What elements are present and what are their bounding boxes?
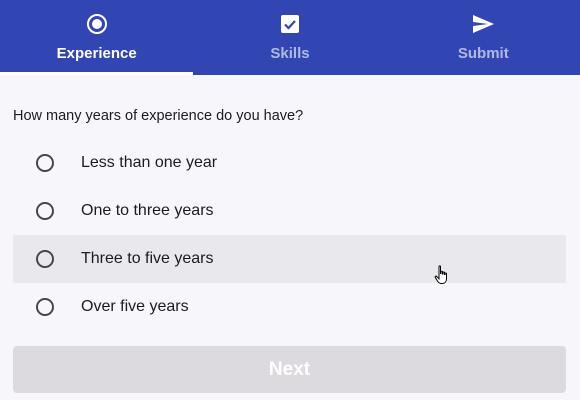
radio-unchecked-icon[interactable] <box>36 250 54 268</box>
option-less-than-one-year[interactable]: Less than one year <box>13 139 566 187</box>
option-one-to-three-years[interactable]: One to three years <box>13 187 566 235</box>
tab-experience[interactable]: Experience <box>0 0 194 75</box>
tab-skills[interactable]: Skills <box>193 0 386 75</box>
next-button[interactable]: Next <box>13 346 566 393</box>
step-tab-bar: Experience Skills Submit <box>0 0 580 75</box>
radio-unchecked-icon[interactable] <box>36 202 54 220</box>
active-tab-indicator <box>0 72 194 75</box>
checkbox-checked-icon <box>280 15 299 33</box>
option-label: One to three years <box>81 202 214 219</box>
tab-submit[interactable]: Submit <box>387 0 580 75</box>
hand-pointer-cursor-icon <box>434 265 447 284</box>
option-over-five-years[interactable]: Over five years <box>13 283 566 331</box>
send-icon <box>473 15 495 33</box>
tab-submit-label: Submit <box>457 45 509 62</box>
radio-button-checked-icon <box>86 14 107 34</box>
experience-radio-group: Less than one year One to three years Th… <box>13 139 566 331</box>
radio-unchecked-icon[interactable] <box>36 154 54 172</box>
option-label: Three to five years <box>81 250 214 267</box>
option-label: Over five years <box>81 298 189 315</box>
tab-skills-label: Skills <box>270 45 310 62</box>
option-three-to-five-years[interactable]: Three to five years <box>13 235 566 283</box>
option-label: Less than one year <box>81 154 218 171</box>
tab-experience-label: Experience <box>56 45 137 62</box>
question-text: How many years of experience do you have… <box>13 108 304 124</box>
radio-unchecked-icon[interactable] <box>36 298 54 316</box>
